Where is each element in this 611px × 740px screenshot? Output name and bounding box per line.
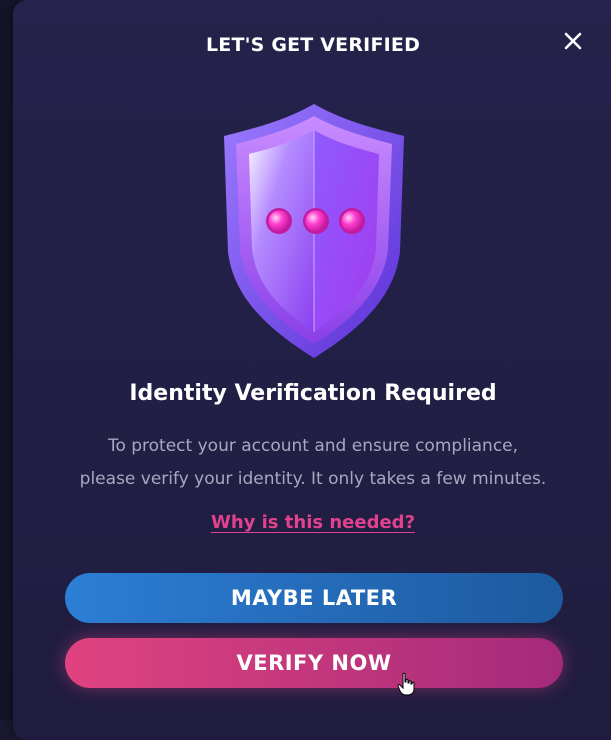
dialog-title: LET'S GET VERIFIED: [205, 34, 421, 56]
hand-cursor-icon: [397, 672, 415, 696]
why-needed-link[interactable]: Why is this needed?: [211, 512, 415, 533]
verify-now-button[interactable]: VERIFY NOW: [65, 638, 563, 688]
maybe-later-button[interactable]: MAYBE LATER: [65, 573, 563, 623]
shield-icon: [224, 104, 404, 358]
close-button[interactable]: [558, 26, 588, 56]
help-link-container: Why is this needed?: [13, 512, 611, 533]
body-line-2: please verify your identity. It only tak…: [79, 469, 547, 489]
close-icon: [564, 32, 582, 50]
dialog-heading: Identity Verification Required: [129, 381, 497, 406]
body-line-1: To protect your account and ensure compl…: [107, 436, 519, 456]
dialog-body: To protect your account and ensure compl…: [13, 430, 611, 496]
